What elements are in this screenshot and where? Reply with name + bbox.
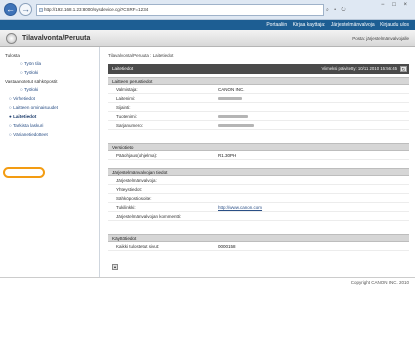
breadcrumb: Tilavalvonta/Peruuta : Laitetiedot — [108, 53, 174, 58]
info-row: Laitenimi: — [108, 94, 409, 103]
row-label: Tukilinkki: — [116, 205, 136, 210]
maximize-icon[interactable]: □ — [392, 2, 399, 8]
window-controls: − □ × — [381, 2, 410, 8]
sidebar-item-error-info[interactable]: ○ Virhetiedot — [0, 94, 99, 103]
info-row: Järjestelmänvalvojan kommentti: — [108, 212, 409, 221]
top-links: Portaaliin Kirjaa kayttaja: Järjestelmän… — [262, 20, 409, 30]
row-label: Tuotenimi: — [116, 114, 137, 119]
row-value: CANON INC. — [218, 87, 245, 92]
section-usage-info: Käyttötiedot Kaikki tulostetut sivut: 000… — [108, 234, 409, 251]
footer: Copyright CANON INC. 2010 — [0, 277, 415, 287]
copyright: Copyright CANON INC. 2010 — [350, 280, 409, 285]
section-title: Versiotieto — [108, 143, 409, 151]
page-title-bar: Tilavalvonta/Peruuta Posta: järjestelmän… — [0, 30, 415, 47]
address-bar[interactable]: http://192.168.1.23:8000/sysdevice.cgi?C… — [36, 4, 324, 16]
info-row: Järjestelmänvalvoja: — [108, 176, 409, 185]
redacted-value — [218, 115, 249, 118]
sidebar-item-counter[interactable]: ○ Tarkista laskuri — [0, 121, 99, 130]
portal-link[interactable]: Portaaliin — [266, 22, 287, 28]
sidebar-group-print: Tulosta — [5, 53, 20, 58]
row-label: Pääohjaus(ohjelma): — [116, 153, 158, 158]
content-heading: Laitetiedot — [112, 66, 134, 71]
row-value: 0000158 — [218, 244, 236, 249]
section-admin-info: Järjestelmänvalvojan tiedot Järjestelmän… — [108, 168, 409, 221]
status-monitor-icon — [6, 33, 17, 44]
sidebar-group-received-email: Vastaanotetut sähköpostit — [5, 79, 58, 84]
page-title: Tilavalvonta/Peruuta — [22, 35, 91, 42]
close-icon[interactable]: × — [403, 2, 410, 8]
row-label: Sijainti: — [116, 105, 131, 110]
info-row: Yhteystiedot: — [108, 185, 409, 194]
section-basic-info: Laitteen perustiedot Valmistaja: CANON IN… — [108, 77, 409, 130]
main-content: Tilavalvonta/Peruuta : Laitetiedot Laite… — [104, 47, 411, 277]
address-url: http://192.168.1.23:8000/sysdevice.cgi?C… — [44, 7, 149, 12]
info-row: Sähköpostiosoite: — [108, 194, 409, 203]
sidebar-item-device-features[interactable]: ○ Laitteen ominaisuudet — [0, 103, 99, 112]
section-version: Versiotieto Pääohjaus(ohjelma): R1.30PH — [108, 143, 409, 160]
address-tools[interactable]: ⌕ • ↻ — [326, 4, 348, 16]
row-label: Laitenimi: — [116, 96, 136, 101]
minimize-icon[interactable]: − — [381, 2, 388, 8]
login-user-label: Kirjaa kayttaja: — [292, 22, 326, 28]
support-link[interactable]: http://www.canon.com — [218, 203, 262, 212]
mail-admin-link[interactable]: Posta: järjestelmänvalvojalle — [352, 30, 409, 47]
sidebar-item-job-log[interactable]: ○ Työloki — [0, 68, 99, 77]
info-row: Kaikki tulostetut sivut: 0000158 — [108, 242, 409, 251]
info-row: Sarjanumero: — [108, 121, 409, 130]
content-heading-band: Laitetiedot Viimeksi päivitetty: 10/11 2… — [108, 64, 409, 74]
active-item-highlight — [3, 167, 45, 178]
info-row: Valmistaja: CANON INC. — [108, 85, 409, 94]
row-label: Sähköpostiosoite: — [116, 196, 152, 201]
logout-link[interactable]: Kirjaudu ulos — [380, 22, 409, 28]
last-updated: Viimeksi päivitetty: 10/11 2010 15:56:45 — [321, 66, 397, 71]
row-label: Valmistaja: — [116, 87, 138, 92]
refresh-icon[interactable]: ↻ — [400, 66, 407, 72]
section-title: Käyttötiedot — [108, 234, 409, 242]
section-title: Laitteen perustiedot — [108, 77, 409, 85]
back-arrow-icon[interactable]: ← — [4, 3, 17, 16]
browser-toolbar: ← → http://192.168.1.23:8000/sysdevice.c… — [0, 0, 415, 20]
sidebar: Tulosta ○ Työn tila ○ Työloki Vastaanote… — [0, 47, 100, 277]
scroll-top-icon[interactable]: ▴ — [112, 264, 118, 270]
info-row: Tukilinkki: http://www.canon.com — [108, 203, 409, 212]
redacted-value — [218, 124, 255, 127]
sidebar-item-device-info[interactable]: ● Laitetiedot — [0, 112, 99, 121]
info-row: Pääohjaus(ohjelma): R1.30PH — [108, 151, 409, 160]
redacted-value — [218, 97, 243, 100]
row-value: R1.30PH — [218, 153, 237, 158]
sidebar-item-job-status[interactable]: ○ Työn tila — [0, 59, 99, 68]
row-label: Järjestelmänvalvoja: — [116, 178, 157, 183]
sidebar-item-email-log[interactable]: ○ Työloki — [0, 85, 99, 94]
row-label: Sarjanumero: — [116, 123, 144, 128]
sidebar-item-color-info[interactable]: ○ Värianetiedotteet — [0, 130, 99, 139]
row-label: Yhteystiedot: — [116, 187, 143, 192]
row-label: Kaikki tulostetut sivut: — [116, 244, 160, 249]
forward-arrow-icon[interactable]: → — [19, 3, 32, 16]
row-label: Järjestelmänvalvojan kommentti: — [116, 214, 182, 219]
info-row: Sijainti: — [108, 103, 409, 112]
info-row: Tuotenimi: — [108, 112, 409, 121]
favicon-icon — [39, 8, 43, 12]
top-link-bar: Portaaliin Kirjaa kayttaja: Järjestelmän… — [0, 20, 415, 30]
section-title: Järjestelmänvalvojan tiedot — [108, 168, 409, 176]
admin-user-label: Järjestelmänvalvoja — [330, 22, 375, 28]
